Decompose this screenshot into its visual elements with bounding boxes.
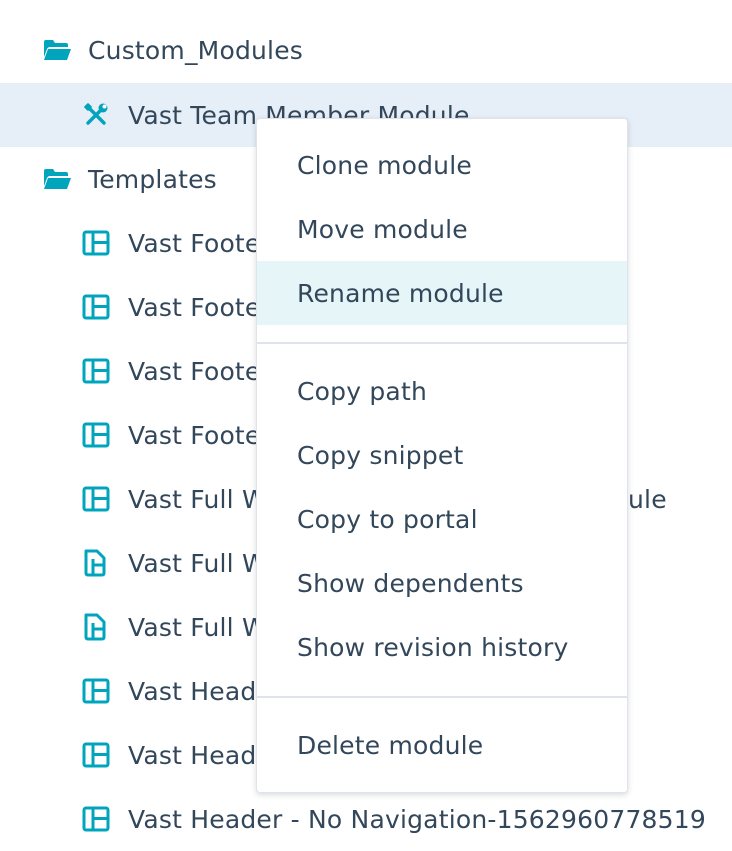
context-menu: Clone module Move module Rename module C… [256,118,628,793]
tree-item-label: Vast Header - No Navigation-156296077851… [128,804,706,834]
coded-file-icon [82,613,114,641]
tree-item-label-trailing: ule [628,484,667,514]
tree-item-template[interactable]: Vast Header - No Navigation-156296077851… [0,787,732,851]
menu-item-copy-to-portal[interactable]: Copy to portal [257,487,627,551]
menu-item-copy-snippet[interactable]: Copy snippet [257,423,627,487]
layout-template-icon [82,421,114,449]
menu-item-show-dependents[interactable]: Show dependents [257,551,627,615]
tree-item-label: Templates [88,164,217,194]
wrench-screwdriver-icon [82,101,114,129]
menu-item-copy-path[interactable]: Copy path [257,359,627,423]
tree-item-label: Vast Head [128,740,257,770]
tree-folder-custom-modules[interactable]: Custom_Modules [0,18,732,82]
tree-item-label: Custom_Modules [88,35,304,65]
layout-template-icon [82,357,114,385]
layout-template-icon [82,485,114,513]
menu-divider [257,342,627,344]
tree-item-label: Vast Foote [128,356,261,386]
layout-template-icon [82,229,114,257]
layout-template-icon [82,805,114,833]
tree-item-label: Vast Head [128,676,257,706]
folder-open-icon [42,165,74,193]
tree-item-label: Vast Full W [128,484,267,514]
tree-item-label: Vast Full W [128,612,267,642]
layout-template-icon [82,293,114,321]
menu-divider [257,696,627,698]
layout-template-icon [82,677,114,705]
menu-item-clone-module[interactable]: Clone module [257,133,627,197]
tree-item-label: Vast Foote [128,228,261,258]
folder-open-icon [42,36,74,64]
menu-item-show-revision-history[interactable]: Show revision history [257,615,627,679]
menu-item-move-module[interactable]: Move module [257,197,627,261]
layout-template-icon [82,741,114,769]
tree-item-label: Vast Full W [128,548,267,578]
tree-item-label: Vast Foote [128,420,261,450]
menu-item-delete-module[interactable]: Delete module [257,713,627,777]
tree-item-label: Vast Foote [128,292,261,322]
menu-item-rename-module[interactable]: Rename module [257,261,627,325]
coded-file-icon [82,549,114,577]
